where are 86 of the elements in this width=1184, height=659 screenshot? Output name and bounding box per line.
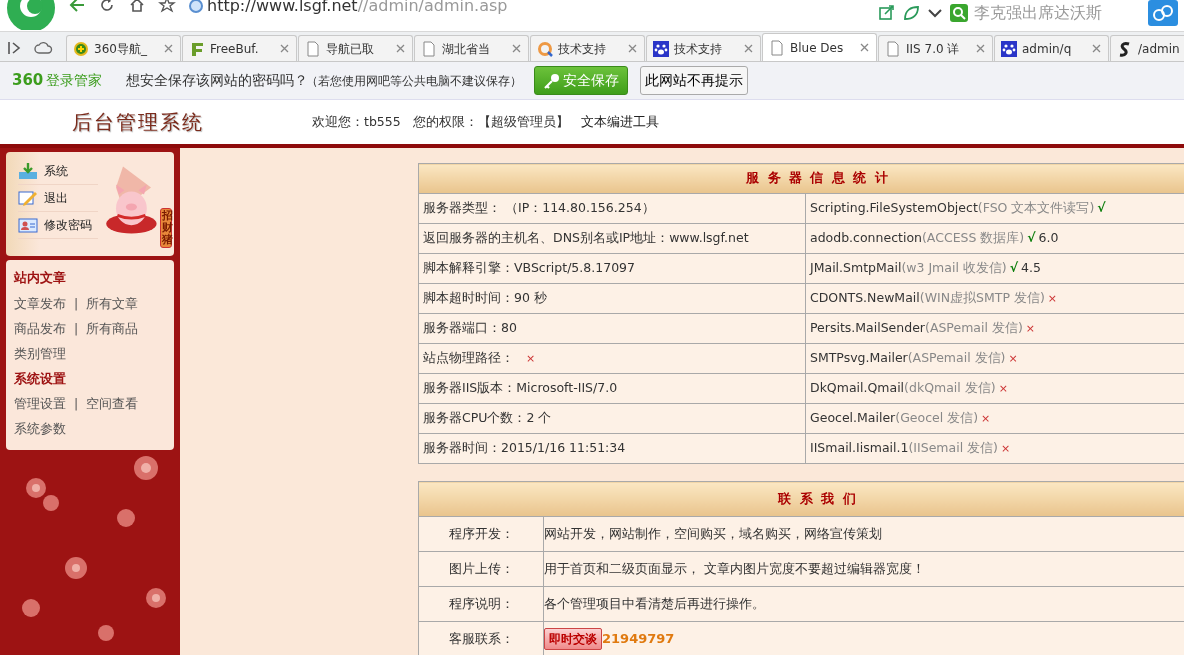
cloud-icon[interactable] [1148, 0, 1178, 26]
menu-link[interactable]: 管理设置 [14, 395, 66, 414]
browser-tab[interactable]: admin/q [994, 35, 1109, 61]
browser-tab[interactable]: 技术支持 [646, 35, 761, 61]
circle-plus-icon [73, 40, 89, 57]
browser-tab[interactable]: 360导航_ [66, 35, 181, 61]
browser-tab[interactable]: 湖北省当 [414, 35, 529, 61]
close-icon[interactable] [1091, 43, 1102, 54]
pencil-note-icon [18, 189, 38, 207]
table-cell: 程序开发： [418, 516, 544, 552]
paw-icon [1001, 40, 1017, 57]
sidebar-item[interactable]: 系统 [18, 158, 98, 185]
share-icon[interactable] [878, 4, 896, 22]
tool-link[interactable]: 文本编进工具 [580, 112, 659, 132]
page-icon [885, 40, 901, 57]
menu-link[interactable]: 所有商品 [86, 319, 139, 339]
browser-tab[interactable]: IIS 7.0 详 [878, 35, 993, 61]
logo-text: 360 [12, 70, 44, 92]
table-cell: 服务器端口：80 [418, 313, 806, 344]
star-icon[interactable] [158, 0, 176, 14]
menu-link[interactable]: 商品发布 [14, 319, 66, 339]
table-cell: 站点物理路径： × [418, 343, 806, 374]
browser-tab[interactable]: 技术支持 [530, 35, 645, 61]
menu-link[interactable]: 空间查看 [86, 395, 139, 414]
refresh-icon[interactable] [98, 0, 116, 14]
download-tray-icon [18, 162, 38, 180]
search-icon[interactable] [950, 4, 968, 22]
close-icon[interactable] [395, 43, 406, 54]
browser-tab[interactable]: 导航已取 [298, 35, 413, 61]
paw-icon [653, 40, 669, 57]
browser-tab[interactable]: FreeBuf. [182, 35, 297, 61]
table-cell: 返回服务器的主机名、DNS别名或IP地址：www.lsgf.net [418, 223, 806, 254]
menu-link[interactable]: 类别管理 [14, 344, 66, 364]
close-icon[interactable] [163, 43, 174, 54]
page-icon [769, 39, 785, 56]
page-icon [305, 40, 321, 57]
table-cell: 脚本解释引擎：VBScript/5.8.17097 [418, 253, 806, 284]
prompt-text: 想安全保存该网站的密码吗？ [126, 71, 309, 90]
back-icon[interactable] [68, 0, 86, 14]
separator-text: | [74, 294, 79, 313]
close-icon[interactable] [511, 43, 522, 54]
permission-text: 您的权限：【超级管理员】 [412, 112, 569, 131]
close-icon[interactable] [975, 43, 986, 54]
chat-button[interactable]: 即时交谈 [544, 628, 602, 650]
ring-icon [537, 40, 553, 57]
home-icon[interactable] [128, 0, 146, 14]
qq-number: 21949797 [602, 631, 675, 646]
leaf-icon[interactable] [902, 4, 920, 22]
separator-text: | [74, 319, 79, 338]
table-cell: 程序说明： [418, 586, 544, 622]
table-cell: 客服联系： [418, 621, 544, 655]
table-cell: 服务器IIS版本：Microsoft-IIS/7.0 [418, 373, 806, 404]
menu-heading: 站内文章 [14, 269, 67, 287]
browser-logo-icon[interactable] [6, 0, 56, 30]
cloud-outline-icon[interactable] [34, 39, 54, 57]
sidebar-item[interactable]: 修改密码 [18, 212, 98, 239]
browser-tab[interactable]: Blue Des [762, 33, 877, 61]
table-cell: 服务器CPU个数：2 个 [418, 403, 806, 434]
close-icon[interactable] [627, 43, 638, 54]
separator-text: | [74, 395, 79, 414]
table-cell: 服务器类型： （IP：114.80.156.254） [418, 193, 806, 224]
close-icon[interactable] [279, 43, 290, 54]
browser-tab[interactable]: /admin [1110, 35, 1184, 61]
welcome-text: 欢迎您：tb555 [312, 112, 401, 131]
close-icon[interactable] [859, 42, 870, 53]
system-title: 后台管理系统 [72, 109, 205, 136]
globe-icon [188, 0, 204, 14]
menu-link[interactable]: 文章发布 [14, 294, 66, 314]
table-cell: 图片上传： [418, 551, 544, 587]
close-icon[interactable] [743, 43, 754, 54]
hint-text: （若您使用网吧等公共电脑不建议保存） [306, 72, 523, 90]
letter-f-icon [189, 40, 205, 57]
sidebar-item[interactable]: 退出 [18, 185, 98, 212]
menu-heading: 系统设置 [14, 369, 67, 388]
menu-link[interactable]: 所有文章 [86, 294, 139, 314]
id-card-icon [18, 216, 38, 234]
table-header: 服 务 器 信 息 统 计 [418, 163, 1184, 194]
table-header: 联 系 我 们 [418, 481, 1184, 517]
sidebar-toggle-icon[interactable] [6, 39, 22, 57]
never-remind-button[interactable]: 此网站不再提示 [640, 66, 749, 95]
menu-link[interactable]: 系统参数 [14, 420, 66, 439]
page-icon [421, 40, 437, 57]
table-cell: 脚本超时时间：90 秒 [418, 283, 806, 314]
table-cell: 服务器时间：2015/1/16 11:51:34 [418, 433, 806, 464]
key-icon [543, 72, 561, 89]
logo-text: 登录管家 [46, 71, 103, 90]
